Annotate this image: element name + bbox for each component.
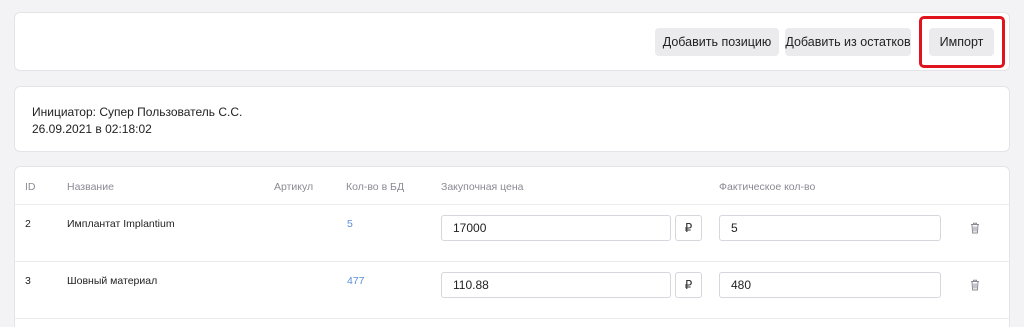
row-id: 2 (25, 218, 31, 230)
header-divider (15, 204, 1009, 205)
currency-ruble-button[interactable]: ₽ (675, 272, 702, 298)
header-id: ID (25, 181, 36, 193)
info-card: Инициатор: Супер Пользователь С.С. 26.09… (14, 86, 1010, 152)
row-db-qty-link[interactable]: 5 (347, 218, 353, 230)
header-purchase-price: Закупочная цена (441, 181, 524, 193)
created-datetime: 26.09.2021 в 02:18:02 (32, 122, 152, 136)
items-table: ID Название Артикул Кол-во в БД Закупочн… (14, 166, 1010, 327)
add-position-button[interactable]: Добавить позицию (655, 28, 779, 56)
row-db-qty-link[interactable]: 477 (347, 275, 365, 287)
row-name: Имплантат Implantium (67, 218, 175, 230)
header-article: Артикул (274, 181, 314, 193)
trash-icon[interactable] (970, 279, 980, 291)
header-actual-qty: Фактическое кол-во (719, 181, 816, 193)
row-divider (15, 318, 1009, 319)
actual-qty-input[interactable]: 5 (719, 215, 941, 241)
add-from-stock-button[interactable]: Добавить из остатков (785, 28, 911, 56)
actual-qty-input[interactable]: 480 (719, 272, 941, 298)
header-db-qty: Кол-во в БД (346, 181, 405, 193)
purchase-price-input[interactable]: 110.88 (441, 272, 671, 298)
row-divider (15, 261, 1009, 262)
row-name: Шовный материал (67, 275, 158, 287)
toolbar-card: Добавить позицию Добавить из остатков Им… (14, 12, 1010, 71)
initiator-text: Инициатор: Супер Пользователь С.С. (32, 105, 243, 119)
import-button[interactable]: Импорт (929, 28, 994, 56)
row-id: 3 (25, 275, 31, 287)
currency-ruble-button[interactable]: ₽ (675, 215, 702, 241)
header-name: Название (67, 181, 114, 193)
trash-icon[interactable] (970, 222, 980, 234)
purchase-price-input[interactable]: 17000 (441, 215, 671, 241)
